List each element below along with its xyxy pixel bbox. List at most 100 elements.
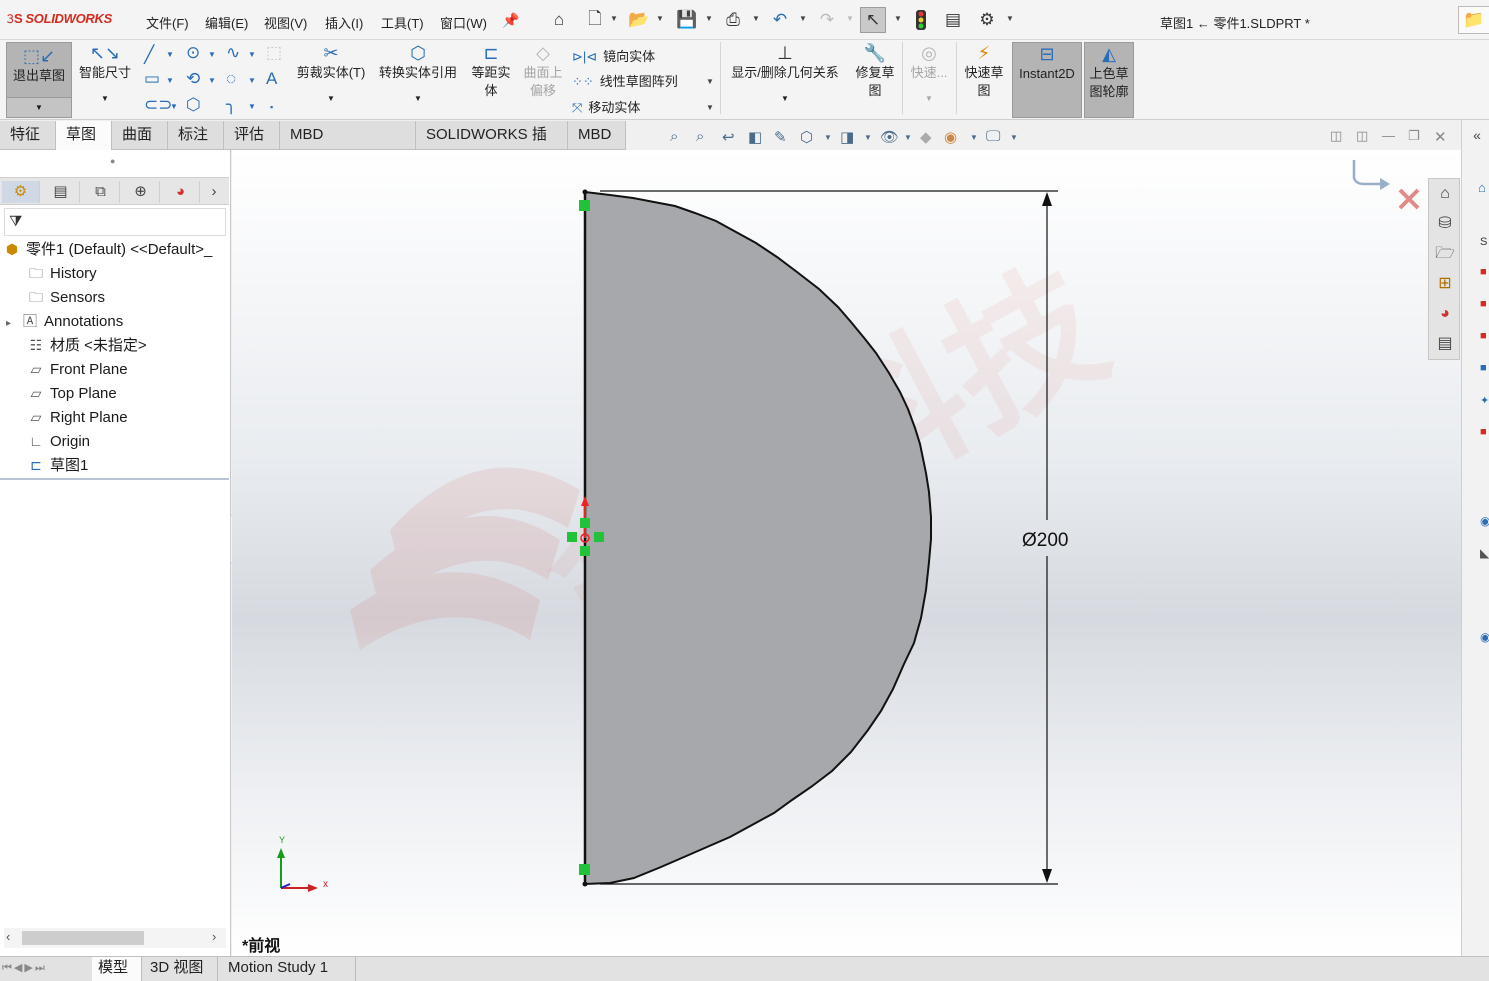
tree-item-front-plane[interactable]: ▱ Front Plane (26, 359, 128, 380)
appearances-icon[interactable]: ◕ (1434, 303, 1456, 325)
panel-horizontal-scrollbar[interactable]: ‹ › (4, 928, 226, 948)
shaded-sketch-contours-button[interactable]: ◭ 上色草图轮廓 (1084, 42, 1134, 118)
home-view-icon[interactable]: ⌂ (1434, 183, 1456, 205)
tab-evaluate[interactable]: 评估 (224, 121, 280, 150)
tree-item-origin[interactable]: ∟ Origin (26, 431, 90, 452)
solidworks-logo[interactable]: 𝟹S SOLIDWORKS (6, 11, 112, 27)
scrollbar-thumb[interactable] (22, 931, 144, 945)
expand-arrow-icon[interactable]: ▸ (6, 314, 20, 334)
confirmation-corner[interactable] (1352, 160, 1420, 210)
tree-filter-field[interactable]: ⧩ (4, 208, 226, 236)
point-icon[interactable]: ⬡ (186, 96, 201, 114)
3d-content-icon[interactable]: ⛁ (1434, 213, 1456, 235)
move-entities-button[interactable]: ⤧ 移动实体 (572, 97, 640, 116)
task-pane-globe-icon[interactable]: ◉ (1480, 514, 1489, 528)
tree-item-sketch1[interactable]: ⊏ 草图1 (26, 455, 88, 476)
zoom-to-area-icon[interactable]: ⌕ (696, 128, 704, 145)
line-dropdown-icon[interactable]: ▼ (166, 46, 174, 64)
display-manager-tab-icon[interactable]: ◕ (162, 181, 200, 203)
options-dropdown-icon[interactable]: ▼ (1006, 14, 1014, 23)
viewport-maximize-icon[interactable]: ❐ (1408, 128, 1420, 144)
smart-dimension-dropdown-icon[interactable]: ▼ (74, 90, 136, 108)
task-pane-resource-icon[interactable]: ■ (1480, 298, 1487, 310)
file-properties-icon[interactable]: ▤ (942, 9, 964, 31)
polygon-dropdown-icon[interactable]: ▼ (208, 72, 216, 90)
exit-sketch-button[interactable]: ⬚↙ 退出草图 (6, 42, 72, 98)
convert-dropdown-icon[interactable]: ▼ (374, 90, 462, 108)
view-palette-icon[interactable]: ⊞ (1434, 273, 1456, 295)
task-pane-collapse-icon[interactable]: « (1466, 124, 1488, 146)
display-style-dropdown-icon[interactable]: ▼ (864, 133, 872, 142)
undo-dropdown-icon[interactable]: ▼ (799, 14, 807, 23)
line-icon[interactable]: ╱ (144, 46, 154, 64)
select-dropdown-icon[interactable]: ▼ (894, 14, 902, 23)
tree-item-annotations[interactable]: ▸ 🄰 Annotations (6, 311, 123, 334)
open-dropdown-icon[interactable]: ▼ (656, 14, 664, 23)
menu-insert[interactable]: 插入(I) (325, 13, 363, 32)
hide-show-dropdown-icon[interactable]: ▼ (904, 133, 912, 142)
property-manager-tab-icon[interactable]: ▤ (42, 181, 80, 203)
arc-dropdown-icon[interactable]: ▼ (248, 72, 256, 90)
move-dropdown-icon[interactable]: ▼ (706, 99, 714, 117)
view-settings-icon[interactable]: 🖵 (986, 128, 1000, 145)
task-pane-resource-icon[interactable]: ■ (1480, 426, 1487, 438)
trim-entities-button[interactable]: ✂ 剪裁实体(T) ▼ (294, 42, 368, 116)
viewport-minimize-icon[interactable]: — (1382, 128, 1395, 143)
instant2d-button[interactable]: ⊟ Instant2D (1012, 42, 1082, 118)
tree-item-material[interactable]: ☷ 材质 <未指定> (26, 335, 147, 356)
relation-marker-top[interactable] (579, 200, 590, 211)
relations-dropdown-icon[interactable]: ▼ (724, 90, 846, 108)
viewport-split-icon[interactable]: ◫ (1356, 128, 1368, 144)
pattern-dropdown-icon[interactable]: ▼ (706, 73, 714, 91)
menu-file[interactable]: 文件(F) (146, 13, 189, 32)
tree-root-part[interactable]: ⬢ 零件1 (Default) <<Default>_ (4, 239, 212, 260)
rollback-bar[interactable] (0, 478, 229, 480)
custom-properties-icon[interactable]: ▤ (1434, 333, 1456, 355)
mirror-entities-button[interactable]: ⊳|⊲ 镜向实体 (572, 46, 655, 65)
dynamic-annotation-icon[interactable]: ✎ (774, 128, 787, 146)
spline-dropdown-icon[interactable]: ▼ (248, 46, 256, 64)
save-icon[interactable]: 💾 (676, 9, 698, 31)
spline-icon[interactable]: ∿ (226, 44, 240, 62)
traffic-light-icon[interactable] (910, 9, 932, 31)
panel-splitter-handle[interactable]: ● (110, 156, 115, 166)
home-icon[interactable]: ⌂ (548, 9, 570, 31)
menu-tools[interactable]: 工具(T) (381, 13, 424, 32)
repair-sketch-button[interactable]: 🔧 修复草图 (852, 42, 898, 116)
panel-expand-chevron-icon[interactable]: › (202, 181, 226, 203)
polygon-icon[interactable]: ⟲ (186, 70, 200, 88)
viewport-restore-icon[interactable]: ◫ (1330, 128, 1342, 144)
text-icon[interactable]: A (266, 70, 277, 88)
linear-pattern-button[interactable]: ⁘⁘ 线性草图阵列 (572, 71, 678, 90)
task-pane-resource-icon[interactable]: ■ (1480, 362, 1487, 374)
view-settings-dropdown-icon[interactable]: ▼ (1010, 133, 1018, 142)
scroll-left-icon[interactable]: ‹ (6, 929, 10, 944)
new-dropdown-icon[interactable]: ▼ (610, 14, 618, 23)
pin-icon[interactable]: 📌 (500, 9, 522, 31)
zoom-to-fit-icon[interactable]: ⌕ (670, 128, 678, 145)
scroll-right-icon[interactable]: › (212, 929, 216, 944)
smart-dimension-button[interactable]: ↖↘ 智能尺寸 ▼ (74, 42, 136, 116)
tab-3d-views[interactable]: 3D 视图 (144, 957, 218, 981)
task-pane-home-icon[interactable]: ⌂ (1478, 180, 1486, 195)
file-explorer-icon[interactable]: 🗁 (1434, 243, 1456, 265)
search-commands-icon[interactable]: 📁 (1458, 6, 1489, 34)
apply-scene-icon[interactable]: ◉ (944, 128, 957, 146)
tab-mbd[interactable]: MBD (568, 121, 626, 150)
rectangle-dropdown-icon[interactable]: ▼ (166, 72, 174, 90)
tab-mbd-dimensions[interactable]: MBD Dimensions (280, 121, 416, 171)
tab-model[interactable]: 模型 (92, 957, 142, 981)
tab-features[interactable]: 特征 (0, 121, 56, 150)
open-document-icon[interactable]: 📂 (628, 9, 650, 31)
print-icon[interactable]: ⎙ (722, 9, 744, 31)
dimxpert-manager-tab-icon[interactable]: ⊕ (122, 181, 160, 203)
tab-motion-study-1[interactable]: Motion Study 1 (222, 957, 356, 981)
task-pane-tool-icon[interactable]: ◣ (1480, 546, 1489, 560)
slot-dropdown-icon[interactable]: ▼ (170, 98, 178, 116)
options-gear-icon[interactable]: ⚙ (976, 9, 998, 31)
menu-window[interactable]: 窗口(W) (440, 13, 487, 32)
new-document-icon[interactable]: 🗋 (584, 9, 606, 31)
viewport-close-icon[interactable]: ✕ (1434, 128, 1447, 146)
tab-sketch[interactable]: 草图 (56, 121, 112, 150)
relation-marker-bottom[interactable] (579, 864, 590, 875)
